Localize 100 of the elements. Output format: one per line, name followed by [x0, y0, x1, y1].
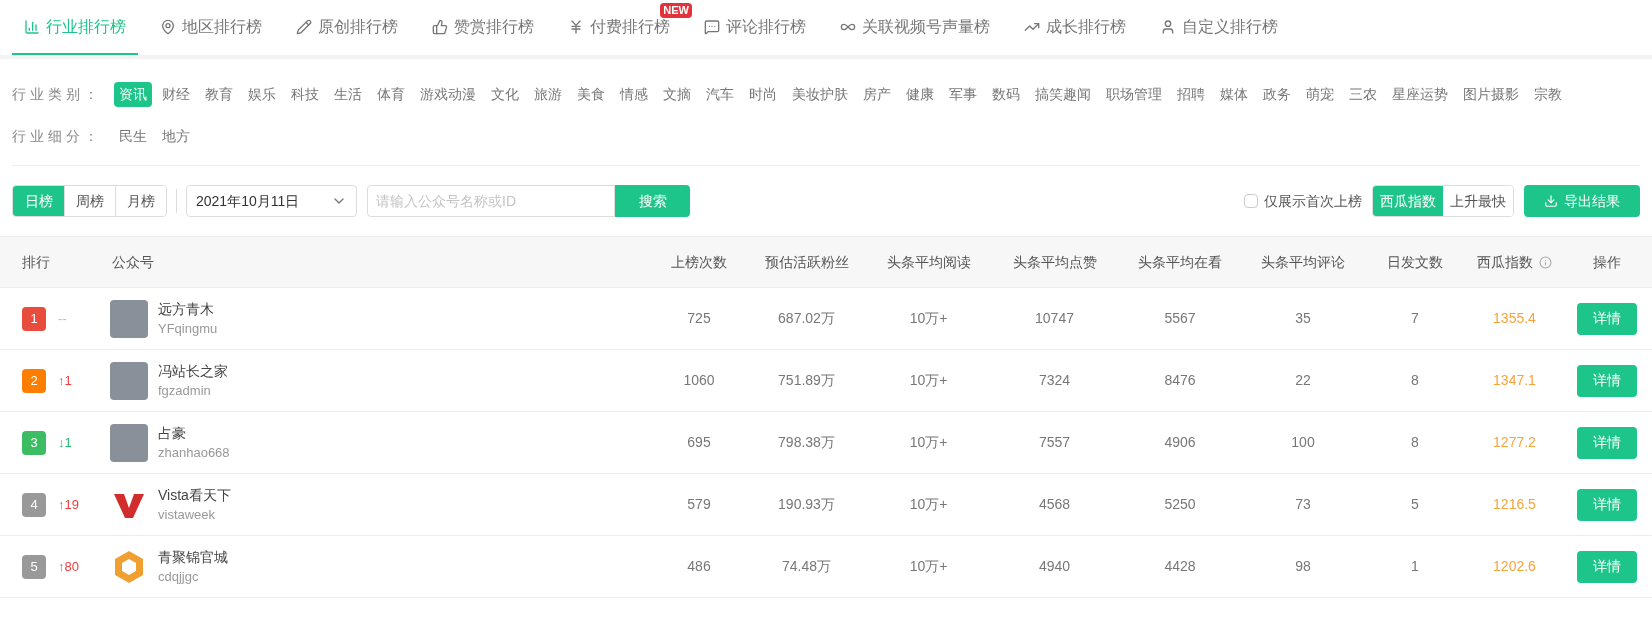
ranking-tab[interactable]: 赞赏排行榜 [420, 0, 546, 55]
table-cell-text: 5567 [1164, 309, 1196, 328]
index-value: 1216.5 [1493, 495, 1536, 514]
photo-placeholder [110, 361, 148, 400]
filter-chip[interactable]: 星座运势 [1387, 81, 1453, 107]
account-name: 占豪 [158, 423, 187, 443]
table-cell-text: 7557 [1038, 433, 1071, 452]
bar-chart-icon [24, 18, 40, 35]
filter-chip[interactable]: 萌宠 [1301, 81, 1339, 107]
index-value: 1355.4 [1493, 309, 1536, 328]
column-header: 排行 [22, 252, 50, 272]
pencil-icon [296, 18, 312, 35]
table-cell-text: 7 [1411, 309, 1419, 328]
table-cell-text: 10747 [1035, 309, 1074, 328]
person-icon [1160, 18, 1176, 35]
download-icon [1544, 194, 1558, 208]
filter-chip[interactable]: 招聘 [1172, 81, 1210, 107]
account-id: vistaweek [158, 505, 217, 524]
column-header: 操作 [1593, 252, 1621, 272]
table-cell-text: 8476 [1164, 371, 1196, 390]
rank-change: -- [58, 309, 67, 328]
filter-chip[interactable]: 文化 [486, 81, 524, 107]
rank-badge: 1 [22, 306, 46, 331]
rank-change: ↑1 [58, 371, 72, 390]
table-cell-text: 1060 [683, 371, 715, 390]
filter-chip[interactable]: 文摘 [658, 81, 696, 107]
filter-chip[interactable]: 科技 [286, 81, 324, 107]
account-id: fgzadmin [158, 381, 212, 400]
filter-chip[interactable]: 媒体 [1215, 81, 1253, 107]
filter-chip[interactable]: 搞笑趣闻 [1030, 81, 1096, 107]
table-cell-text: 10万+ [909, 433, 948, 452]
filter-chip[interactable]: 房产 [858, 81, 896, 107]
table-cell-text: 10万+ [909, 495, 948, 514]
column-header: 头条平均点赞 [1012, 252, 1097, 272]
account-name: 青聚锦官城 [158, 547, 228, 567]
rank-change: ↓1 [58, 433, 72, 452]
filter-chip[interactable]: 政务 [1258, 81, 1296, 107]
search-field[interactable]: 请输入公众号名称或ID [367, 185, 615, 217]
filter-chip[interactable]: 军事 [944, 81, 982, 107]
checkbox-label: 仅展示首次上榜 [1264, 191, 1362, 211]
table-cell-text: 5 [1411, 495, 1419, 514]
period-tab[interactable]: 月榜 [115, 186, 166, 216]
table-cell-text: 73 [1295, 495, 1311, 514]
table-cell-text: 687.02万 [778, 309, 835, 328]
filter-chip[interactable]: 教育 [200, 81, 238, 107]
column-header: 头条平均阅读 [886, 252, 971, 272]
filter-chip[interactable]: 财经 [157, 81, 195, 107]
column-header: 西瓜指数 [1477, 252, 1533, 272]
filter-label: 行 业 类 别 ： [12, 84, 99, 104]
map-pin-icon [160, 18, 176, 35]
filter-chip[interactable]: 游戏动漫 [415, 81, 481, 107]
filter-chip[interactable]: 图片摄影 [1458, 81, 1524, 107]
filter-chip[interactable]: 职场管理 [1101, 81, 1167, 107]
filter-chip[interactable]: 情感 [615, 81, 653, 107]
filter-chip[interactable]: 旅游 [529, 81, 567, 107]
yen-icon [568, 18, 584, 35]
filter-label: 行 业 细 分 ： [12, 126, 99, 146]
filter-chip[interactable]: 生活 [329, 81, 367, 107]
filter-chip[interactable]: 地方 [157, 123, 195, 149]
rank-badge: 5 [22, 554, 46, 579]
rank-badge: 4 [22, 492, 46, 517]
filter-chip[interactable]: 健康 [901, 81, 939, 107]
filter-chip[interactable]: 三农 [1344, 81, 1382, 107]
ranking-tab[interactable]: 自定义排行榜 [1148, 0, 1290, 55]
table-cell-text: 74.48万 [781, 557, 831, 576]
index-value: 1202.6 [1493, 557, 1536, 576]
ranking-tab[interactable]: 原创排行榜 [284, 0, 410, 55]
filter-chip[interactable]: 体育 [372, 81, 410, 107]
table-cell-text: 10万+ [909, 371, 948, 390]
filter-chip[interactable]: 娱乐 [243, 81, 281, 107]
account-name: 冯站长之家 [158, 361, 228, 381]
date-select[interactable]: 2021年10月11日 [186, 185, 357, 217]
table-cell-text: 4428 [1164, 557, 1196, 576]
filter-chip[interactable]: 宗教 [1529, 81, 1567, 107]
checkbox[interactable] [1244, 194, 1258, 208]
index-value: 1277.2 [1493, 433, 1536, 452]
rank-change: ↑19 [58, 495, 79, 514]
table-cell-text: 579 [687, 495, 711, 514]
index-value: 1347.1 [1493, 371, 1536, 390]
filter-chip[interactable]: 时尚 [744, 81, 782, 107]
account-name: 远方青木 [158, 299, 215, 319]
ranking-tab[interactable]: 评论排行榜 [692, 0, 818, 55]
column-header: 头条平均评论 [1261, 252, 1345, 272]
ranking-tab[interactable]: 关联视频号声量榜 [828, 0, 1002, 55]
filter-chip[interactable]: 民生 [114, 123, 152, 149]
rank-change: ↑80 [58, 557, 79, 576]
table-cell-text: 751.89万 [778, 371, 835, 390]
filter-chip[interactable]: 美食 [572, 81, 610, 107]
table-cell-text: 1 [1411, 557, 1419, 576]
column-header: 上榜次数 [671, 252, 727, 272]
filter-chip[interactable]: 汽车 [701, 81, 739, 107]
table-cell-text: 4906 [1164, 433, 1196, 452]
ranking-tab[interactable]: 地区排行榜 [148, 0, 274, 55]
table-cell-text: 486 [687, 557, 711, 576]
filter-chip[interactable]: 美妆护肤 [787, 81, 853, 107]
filter-chip[interactable]: 数码 [987, 81, 1025, 107]
table-cell-text: 10万+ [909, 557, 948, 576]
new-badge: NEW [660, 3, 692, 18]
account-id: YFqingmu [158, 319, 218, 338]
ranking-tab[interactable]: 成长排行榜 [1012, 0, 1138, 55]
